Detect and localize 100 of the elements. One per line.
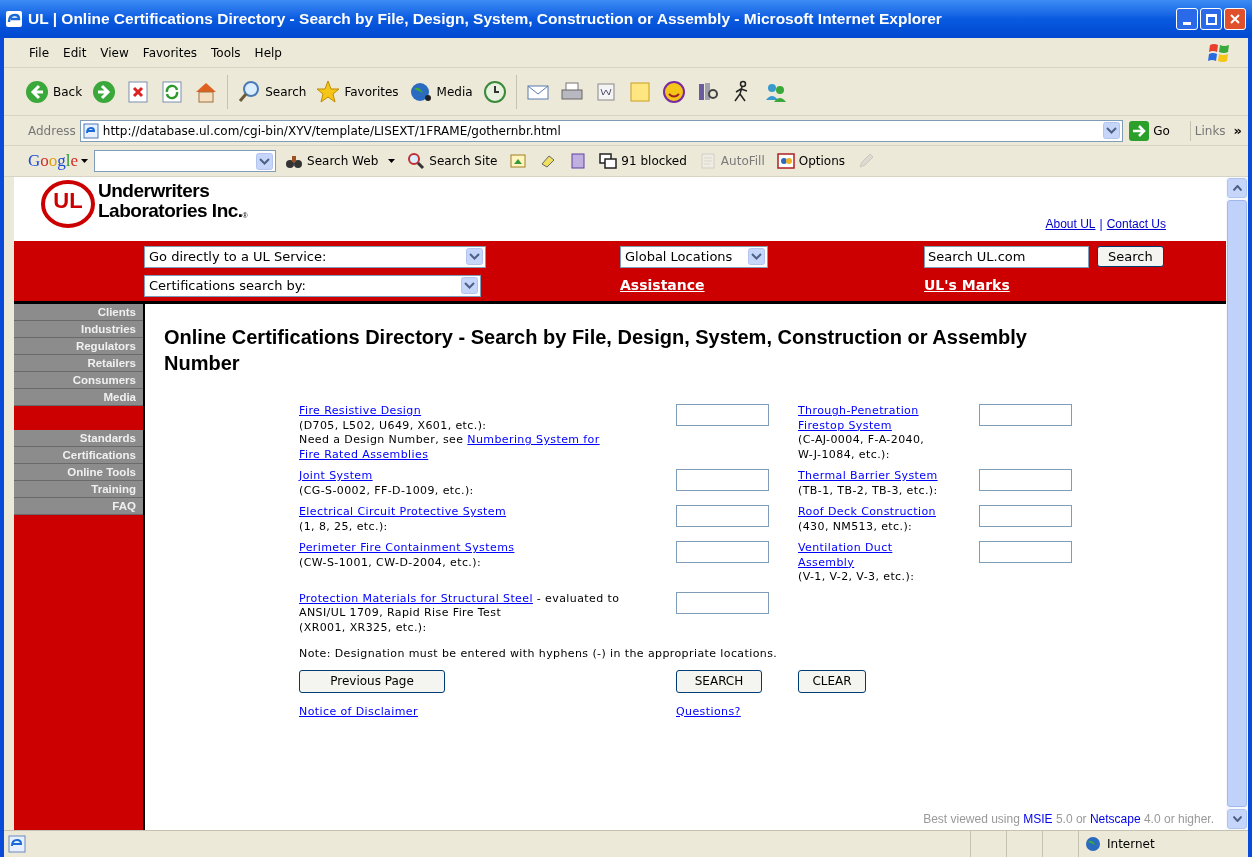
- favorites-button[interactable]: Favorites: [313, 73, 402, 110]
- previous-page-button[interactable]: Previous Page: [299, 669, 445, 693]
- form-link[interactable]: Roof Deck Construction: [798, 505, 936, 520]
- search-site-button[interactable]: Search Site: [404, 152, 501, 170]
- form-link[interactable]: Perimeter Fire Containment Systems: [299, 541, 515, 556]
- header-link[interactable]: Contact Us: [1106, 215, 1166, 233]
- menu-item[interactable]: File: [22, 43, 57, 62]
- form-link[interactable]: Numbering System for: [467, 433, 600, 446]
- dropdown-arrow-icon: [81, 159, 89, 163]
- options-icon: [776, 152, 795, 170]
- menu-item[interactable]: Help: [247, 43, 289, 62]
- more-chevron[interactable]: »: [1233, 120, 1242, 141]
- field-hint: (XR001, XR325, etc.):: [299, 620, 427, 635]
- form-link[interactable]: Ventilation Duct: [798, 541, 893, 556]
- form-link[interactable]: Electrical Circuit Protective System: [299, 505, 507, 520]
- browser-link[interactable]: MSIE: [1023, 812, 1053, 826]
- stop-icon: [126, 79, 151, 104]
- form-link[interactable]: Thermal Barrier System: [798, 469, 938, 484]
- search-button[interactable]: SEARCH: [676, 669, 762, 693]
- picture-frame-icon: [509, 152, 528, 170]
- back-button[interactable]: Back: [22, 73, 86, 110]
- options-button[interactable]: Options: [773, 152, 849, 170]
- minimize-button[interactable]: [1176, 8, 1198, 30]
- scroll-down-button[interactable]: [1227, 809, 1247, 829]
- sticky-note-icon: [627, 79, 652, 104]
- page-heading: Online Certifications Directory - Search by File, Design, System, Construction or Assembly Number: [164, 325, 1028, 376]
- dropdown-select[interactable]: Global Locations: [620, 245, 768, 268]
- google-logo[interactable]: Google: [28, 148, 89, 174]
- questions-link[interactable]: Questions?: [676, 704, 741, 718]
- field-hint: (V-1, V-2, V-3, etc.):: [798, 570, 915, 585]
- search-web-button[interactable]: Search Web: [282, 152, 399, 170]
- field-hint: (TB-1, TB-2, TB-3, etc.):: [798, 483, 938, 498]
- smiley-icon: [661, 79, 686, 104]
- zone-label: Internet: [1107, 836, 1155, 853]
- field-hint: (1, 8, 25, etc.):: [299, 519, 388, 534]
- logo-mark-icon: [40, 180, 96, 228]
- logo-mark-letters: UL: [52, 190, 84, 212]
- number-field[interactable]: [676, 469, 769, 491]
- close-button[interactable]: [1224, 8, 1246, 30]
- browser-note: Best viewed using MSIE 5.0 or Netscape 4.0 or higher.: [923, 812, 1214, 826]
- browser-link[interactable]: Netscape: [1089, 812, 1141, 826]
- page-icon: [82, 122, 99, 139]
- nav-link[interactable]: Assistance: [620, 275, 924, 296]
- field-hint: Need a Design Number, see Numbering System for: [299, 433, 600, 448]
- number-field[interactable]: [979, 541, 1072, 563]
- field-hint: (CW-S-1001, CW-D-2004, etc.):: [299, 555, 482, 570]
- media-button[interactable]: Media: [405, 73, 476, 110]
- star-icon: [316, 79, 341, 104]
- logo-text: Laboratories Inc.: [98, 201, 243, 221]
- scroll-up-button[interactable]: [1227, 178, 1247, 198]
- address-label: Address: [28, 122, 76, 140]
- magnifier-icon: [407, 152, 426, 170]
- form-link[interactable]: Fire Rated Assemblies: [299, 447, 429, 462]
- google-search-field[interactable]: [94, 150, 277, 172]
- form-link[interactable]: Joint System: [299, 469, 373, 484]
- disclaimer-link[interactable]: Notice of Disclaimer: [299, 704, 418, 718]
- history-clock-icon: [482, 79, 507, 104]
- header-link[interactable]: About UL: [1045, 215, 1096, 233]
- field-hint: W-J-1084, etc.):: [798, 447, 890, 462]
- search-icon: [237, 79, 262, 104]
- site-search-button[interactable]: Search: [1097, 246, 1164, 267]
- form-link[interactable]: Fire Resistive Design: [299, 404, 422, 419]
- vertical-scrollbar[interactable]: [1226, 177, 1248, 830]
- dropdown-select[interactable]: Go directly to a UL Service:: [144, 245, 486, 268]
- popup-button[interactable]: 91 blocked: [596, 152, 690, 170]
- clear-button[interactable]: CLEAR: [798, 669, 866, 693]
- menu-item[interactable]: Tools: [204, 43, 248, 62]
- menu-item[interactable]: Edit: [56, 43, 94, 62]
- number-field[interactable]: [676, 404, 769, 426]
- links-label[interactable]: Links: [1194, 121, 1226, 140]
- number-field[interactable]: [676, 541, 769, 563]
- site-search-field[interactable]: Search UL.com: [924, 245, 1089, 268]
- number-field[interactable]: [979, 469, 1072, 491]
- form-link[interactable]: Protection Materials for Structural Steel: [299, 591, 533, 605]
- go-button[interactable]: Go: [1127, 120, 1172, 141]
- field-hint: (C-AJ-0004, F-A-2040,: [798, 433, 925, 448]
- number-field[interactable]: [676, 591, 769, 614]
- field-hint: (D705, L502, U649, X601, etc.):: [299, 418, 487, 433]
- nav-link[interactable]: UL's Marks: [924, 275, 1226, 296]
- pencil-icon: [857, 152, 876, 170]
- form-link[interactable]: Through-Penetration: [798, 404, 919, 419]
- form-link[interactable]: Assembly: [798, 555, 855, 570]
- dropdown-select[interactable]: Certifications search by:: [144, 274, 481, 297]
- search-button[interactable]: Search: [234, 73, 310, 110]
- link-separator: |: [1099, 216, 1103, 233]
- scroll-thumb[interactable]: [1227, 200, 1247, 807]
- menu-item[interactable]: Favorites: [135, 43, 205, 62]
- number-field[interactable]: [979, 505, 1072, 527]
- maximize-button[interactable]: [1200, 8, 1222, 30]
- number-field[interactable]: [676, 505, 769, 527]
- form-link[interactable]: Firestop System: [798, 418, 892, 433]
- page-status-icon: [8, 835, 26, 853]
- number-field[interactable]: [979, 404, 1072, 426]
- browser-logo-icon: [6, 11, 22, 27]
- globe-icon: [1085, 836, 1101, 852]
- dropdown-arrow-icon: [388, 159, 396, 163]
- field-hint: (430, NM513, etc.):: [798, 519, 913, 534]
- menu-item[interactable]: View: [93, 43, 136, 62]
- refresh-icon: [160, 79, 185, 104]
- address-field[interactable]: http://database.ul.com/cgi-bin/XYV/template/LISEXT/1FRAME/gothernbr.html: [79, 119, 1124, 142]
